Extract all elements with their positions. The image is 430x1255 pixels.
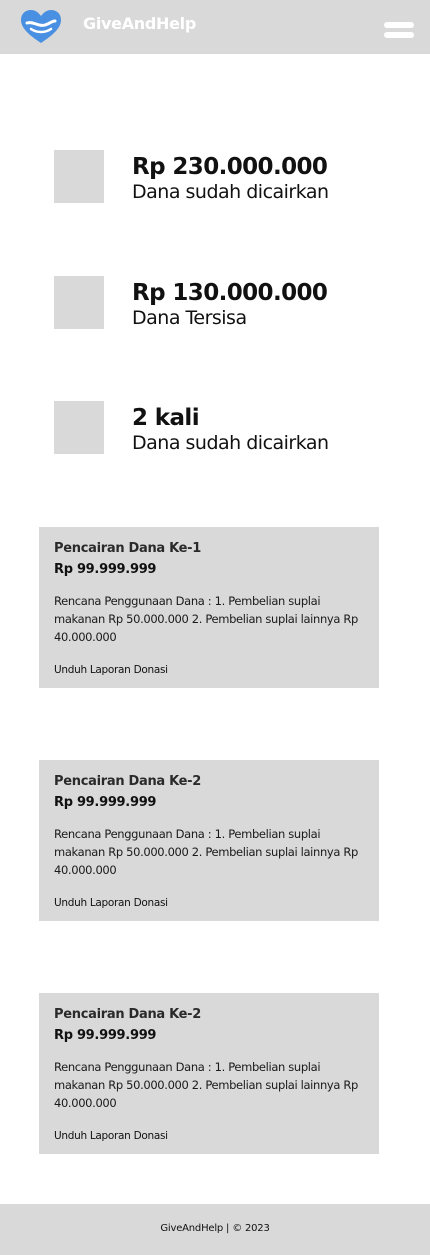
download-report-link[interactable]: Unduh Laporan Donasi <box>54 897 168 909</box>
disbursement-card: Pencairan Dana Ke-2 Rp 99.999.999 Rencan… <box>39 993 379 1154</box>
card-description: Rencana Penggunaan Dana : 1. Pembelian s… <box>54 594 358 644</box>
stat-value: Rp 230.000.000 <box>132 154 328 180</box>
stat-image-placeholder <box>54 276 104 329</box>
disbursement-card: Pencairan Dana Ke-1 Rp 99.999.999 Rencan… <box>39 527 379 688</box>
stat-image-placeholder <box>54 150 104 203</box>
stat-label: Dana Tersisa <box>132 307 247 329</box>
card-description: Rencana Penggunaan Dana : 1. Pembelian s… <box>54 827 358 877</box>
card-amount: Rp 99.999.999 <box>54 795 157 810</box>
card-amount: Rp 99.999.999 <box>54 562 157 577</box>
card-amount: Rp 99.999.999 <box>54 1028 157 1043</box>
stat-remaining-amount: Rp 130.000.000 Dana Tersisa <box>54 276 394 336</box>
card-description: Rencana Penggunaan Dana : 1. Pembelian s… <box>54 1060 358 1110</box>
stat-label: Dana sudah dicairkan <box>132 432 329 454</box>
stat-value: 2 kali <box>132 405 200 431</box>
stat-label: Dana sudah dicairkan <box>132 181 329 203</box>
stat-disbursement-count: 2 kali Dana sudah dicairkan <box>54 401 394 461</box>
footer-copyright: GiveAndHelp | © 2023 <box>160 1223 270 1234</box>
download-report-link[interactable]: Unduh Laporan Donasi <box>54 1130 168 1142</box>
top-navbar: GiveAndHelp <box>0 0 430 54</box>
stat-value: Rp 130.000.000 <box>132 280 328 306</box>
heart-hand-icon[interactable] <box>19 9 63 45</box>
card-title: Pencairan Dana Ke-2 <box>54 1007 202 1022</box>
hamburger-menu-icon[interactable] <box>384 22 415 42</box>
stat-image-placeholder <box>54 401 104 454</box>
brand-name[interactable]: GiveAndHelp <box>83 14 196 33</box>
stat-disbursed-amount: Rp 230.000.000 Dana sudah dicairkan <box>54 150 394 210</box>
download-report-link[interactable]: Unduh Laporan Donasi <box>54 664 168 676</box>
footer: GiveAndHelp | © 2023 <box>0 1204 430 1255</box>
card-title: Pencairan Dana Ke-2 <box>54 774 202 789</box>
disbursement-card: Pencairan Dana Ke-2 Rp 99.999.999 Rencan… <box>39 760 379 921</box>
card-title: Pencairan Dana Ke-1 <box>54 541 202 556</box>
